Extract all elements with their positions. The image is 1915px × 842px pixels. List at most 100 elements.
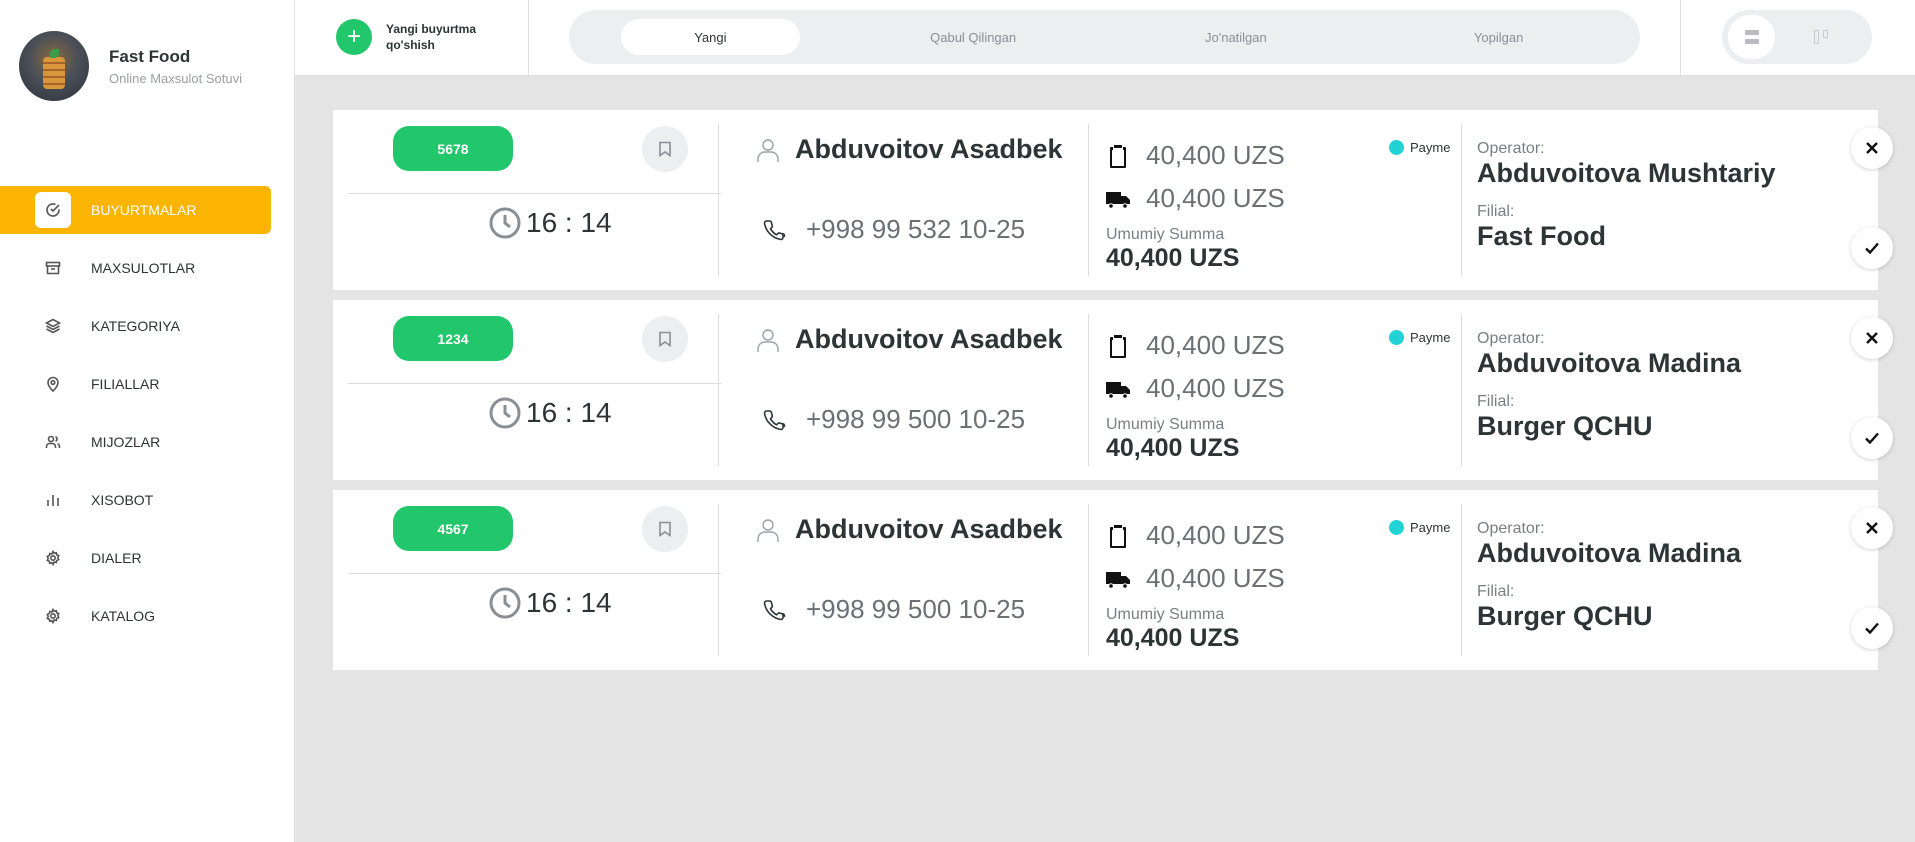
total-value: 40,400 UZS (1106, 434, 1240, 462)
orders-list: 5678 16 : 14 Abduvoitov Asadbek +998 99 … (333, 110, 1893, 680)
reject-button[interactable] (1851, 127, 1893, 169)
operator-name: Abduvoitova Madina (1477, 538, 1742, 568)
add-order-label: Yangi buyurtma qo'shish (386, 22, 477, 52)
tab-yangi[interactable]: Yangi (621, 19, 800, 55)
sidebar-item-label: KATALOG (91, 608, 156, 624)
total-value: 40,400 UZS (1106, 244, 1240, 272)
reject-button[interactable] (1851, 507, 1893, 549)
customer-phone-text: +998 99 500 10-25 (806, 404, 1026, 434)
list-view-button[interactable] (1728, 15, 1775, 59)
customer-phone-text: +998 99 500 10-25 (806, 594, 1026, 624)
divider (1680, 0, 1681, 76)
sidebar-nav: BUYURTMALAR MAXSULOTLAR KATEGORIYA FILIA… (0, 186, 271, 650)
status-tabs: Yangi Qabul Qilingan Jo'natilgan Yopilga… (569, 10, 1640, 64)
check-circle-icon (35, 192, 71, 228)
truck-icon (1106, 381, 1130, 399)
tab-jonatilgan[interactable]: Jo'natilgan (1147, 19, 1326, 55)
total-label: Umumiy Summa (1106, 416, 1225, 433)
sidebar-item-maxsulotlar[interactable]: MAXSULOTLAR (0, 244, 271, 292)
gear-icon (35, 598, 71, 634)
total-value: 40,400 UZS (1106, 624, 1240, 652)
order-id-badge[interactable]: 4567 (393, 506, 513, 551)
divider (528, 0, 529, 76)
sidebar: Fast Food Online Maxsulot Sotuvi BUYURTM… (0, 0, 295, 842)
truck-icon (1106, 571, 1130, 589)
sidebar-item-label: DIALER (91, 550, 142, 566)
order-price-row: 40,400 UZS (1106, 140, 1285, 171)
bookmark-button[interactable] (642, 126, 688, 172)
customer-phone[interactable]: +998 99 532 10-25 (762, 214, 1025, 245)
delivery-price-row: 40,400 UZS (1106, 563, 1285, 594)
user-icon (757, 138, 779, 162)
add-order-button[interactable]: + Yangi buyurtma qo'shish (336, 19, 486, 55)
delivery-price: 40,400 UZS (1146, 183, 1285, 213)
branch-label: Filial: (1477, 583, 1515, 600)
order-card: 1234 16 : 14 Abduvoitov Asadbek +998 99 … (333, 300, 1893, 480)
accept-button[interactable] (1851, 417, 1893, 459)
branch-name: Fast Food (1477, 221, 1606, 251)
divider (718, 124, 719, 276)
payment-method-text: Payme (1410, 140, 1451, 155)
accept-button[interactable] (1851, 227, 1893, 269)
divider (1461, 124, 1462, 276)
bookmark-icon (659, 521, 671, 537)
phone-icon (763, 409, 786, 430)
customer-phone[interactable]: +998 99 500 10-25 (762, 404, 1025, 435)
sidebar-item-dialer[interactable]: DIALER (0, 534, 271, 582)
bookmark-button[interactable] (642, 506, 688, 552)
columns-view-icon (1813, 30, 1828, 44)
user-icon (757, 328, 779, 352)
clipboard-icon (1110, 144, 1126, 168)
delivery-price: 40,400 UZS (1146, 373, 1285, 403)
brand: Fast Food Online Maxsulot Sotuvi (19, 31, 242, 101)
operator-label: Operator: (1477, 520, 1545, 537)
divider (1088, 124, 1089, 276)
branch-name: Burger QCHU (1477, 601, 1653, 631)
order-id-badge[interactable]: 5678 (393, 126, 513, 171)
order-card: 5678 16 : 14 Abduvoitov Asadbek +998 99 … (333, 110, 1893, 290)
bookmark-button[interactable] (642, 316, 688, 362)
sidebar-item-label: MAXSULOTLAR (91, 260, 196, 276)
check-icon (1865, 432, 1879, 445)
map-pin-icon (35, 366, 71, 402)
clipboard-icon (1110, 524, 1126, 548)
tab-qabul-qilingan[interactable]: Qabul Qilingan (884, 19, 1063, 55)
close-icon (1866, 332, 1878, 344)
sidebar-item-buyurtmalar[interactable]: BUYURTMALAR (0, 186, 271, 234)
order-price: 40,400 UZS (1146, 140, 1285, 170)
sidebar-item-filiallar[interactable]: FILIALLAR (0, 360, 271, 408)
sidebar-item-kategoriya[interactable]: KATEGORIYA (0, 302, 271, 350)
close-icon (1866, 142, 1878, 154)
sidebar-item-xisobot[interactable]: XISOBOT (0, 476, 271, 524)
clipboard-icon (1110, 334, 1126, 358)
order-time: 16 : 14 (488, 586, 612, 620)
order-id-badge[interactable]: 1234 (393, 316, 513, 361)
payment-method: Payme (1389, 520, 1450, 535)
tab-yopilgan[interactable]: Yopilgan (1409, 19, 1588, 55)
close-icon (1866, 522, 1878, 534)
plus-icon[interactable]: + (336, 19, 372, 55)
customer-name-text: Abduvoitov Asadbek (795, 324, 1063, 354)
branch-label: Filial: (1477, 393, 1515, 410)
clock-icon (489, 397, 521, 429)
branch-name: Burger QCHU (1477, 411, 1653, 441)
order-price-row: 40,400 UZS (1106, 330, 1285, 361)
clock-icon (489, 207, 521, 239)
customer-phone[interactable]: +998 99 500 10-25 (762, 594, 1025, 625)
total-label: Umumiy Summa (1106, 226, 1225, 243)
sidebar-item-katalog[interactable]: KATALOG (0, 592, 271, 640)
truck-icon (1106, 191, 1130, 209)
accept-button[interactable] (1851, 607, 1893, 649)
operator-label: Operator: (1477, 140, 1545, 157)
phone-icon (763, 599, 786, 620)
reject-button[interactable] (1851, 317, 1893, 359)
customer-phone-text: +998 99 532 10-25 (806, 214, 1026, 244)
sidebar-item-mijozlar[interactable]: MIJOZLAR (0, 418, 271, 466)
sidebar-item-label: XISOBOT (91, 492, 154, 508)
columns-view-button[interactable] (1797, 15, 1844, 59)
customer-name-text: Abduvoitov Asadbek (795, 134, 1063, 164)
customer-name-text: Abduvoitov Asadbek (795, 514, 1063, 544)
order-price: 40,400 UZS (1146, 520, 1285, 550)
brand-logo (19, 31, 89, 101)
customer-name: Abduvoitov Asadbek (756, 324, 1063, 355)
